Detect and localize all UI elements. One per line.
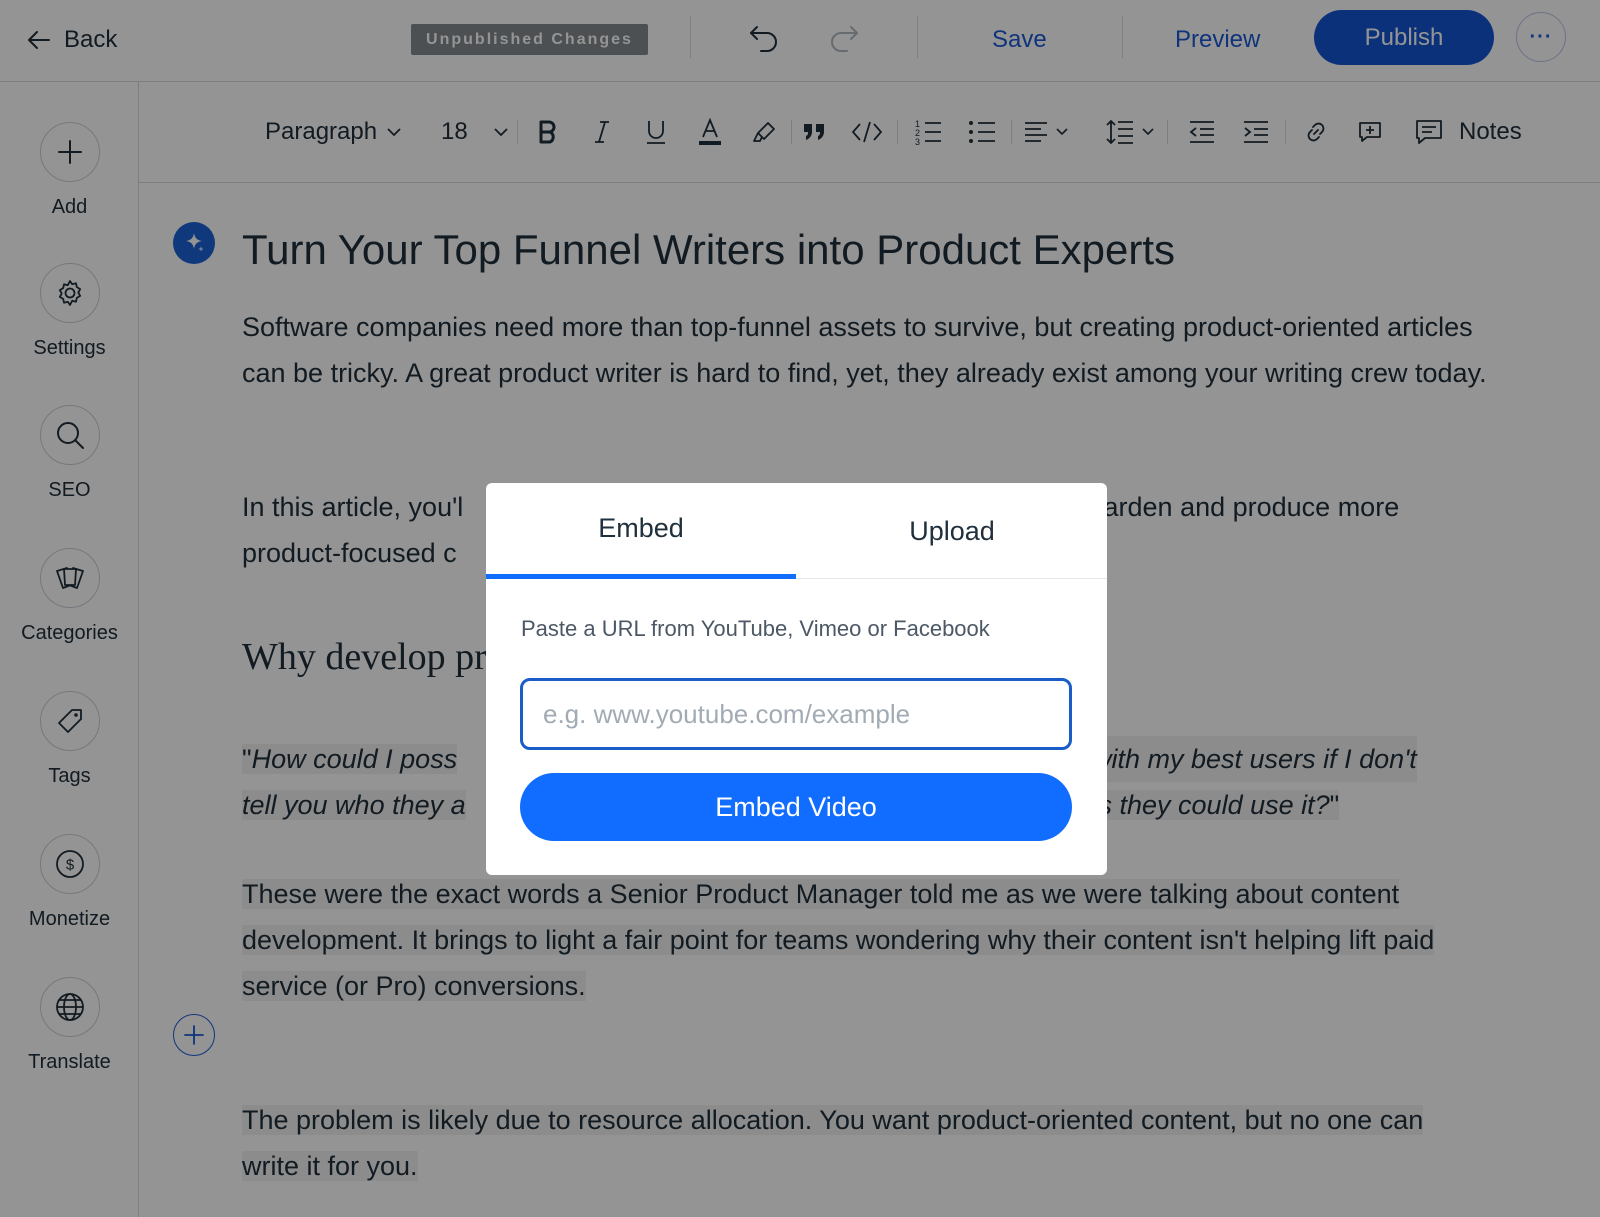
- dialog-tabs: Embed Upload: [486, 483, 1107, 579]
- tab-embed[interactable]: Embed: [486, 483, 796, 579]
- video-url-input[interactable]: [520, 678, 1072, 750]
- add-video-dialog: Embed Upload Paste a URL from YouTube, V…: [486, 483, 1107, 875]
- embed-video-button[interactable]: Embed Video: [520, 773, 1072, 841]
- tab-upload[interactable]: Upload: [797, 483, 1107, 579]
- url-hint: Paste a URL from YouTube, Vimeo or Faceb…: [521, 616, 990, 641]
